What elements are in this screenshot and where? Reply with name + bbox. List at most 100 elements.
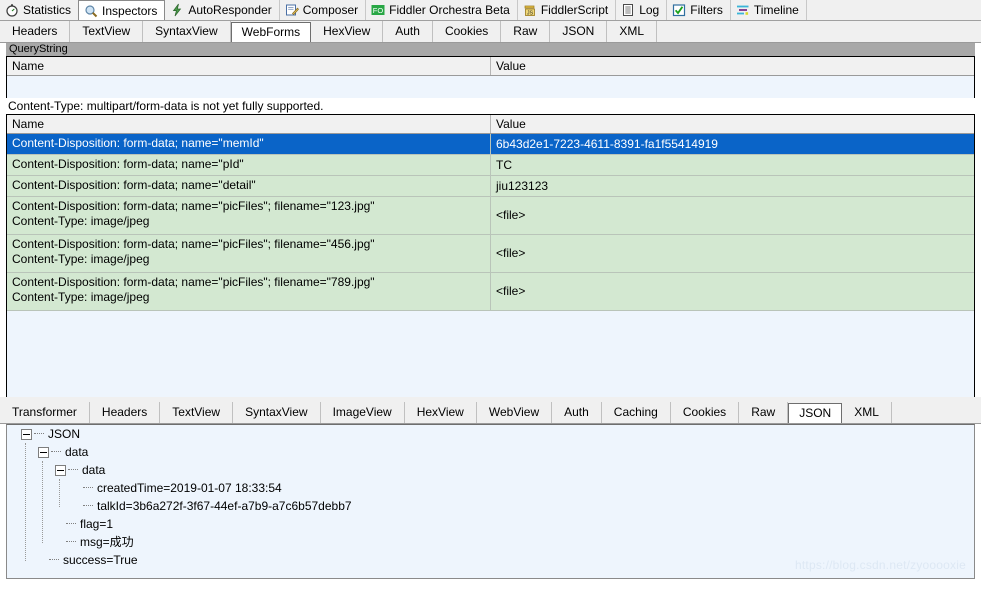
request-tab-auth[interactable]: Auth <box>383 21 433 42</box>
tab-label: SyntaxView <box>155 24 218 38</box>
table-row[interactable]: Content-Disposition: form-data; name="pI… <box>7 155 974 176</box>
tree-connector <box>83 487 93 489</box>
tree-node[interactable]: data <box>7 443 974 461</box>
tree-node-label: success=True <box>63 553 138 567</box>
main-tab-fiddlerscript[interactable]: JS FiddlerScript <box>517 0 617 20</box>
collapse-expander-icon[interactable] <box>21 428 32 440</box>
request-tab-hexview[interactable]: HexView <box>311 21 384 42</box>
main-tab-timeline[interactable]: Timeline <box>730 0 807 20</box>
querystring-grid-body[interactable] <box>7 76 974 98</box>
cell-value: jiu123123 <box>496 178 549 193</box>
column-header-value[interactable]: Value <box>491 115 974 133</box>
main-tab-composer[interactable]: Composer <box>279 0 367 20</box>
tab-label: Auth <box>395 24 420 38</box>
tree-node-label: flag=1 <box>80 517 114 531</box>
tree-node[interactable]: JSON <box>7 425 974 443</box>
request-tab-raw[interactable]: Raw <box>501 21 551 42</box>
main-tab-label: Timeline <box>753 3 799 17</box>
main-tabstrip-filler <box>806 0 981 20</box>
main-tab-fiddler-orchestra[interactable]: FO Fiddler Orchestra Beta <box>366 0 518 20</box>
request-tab-headers[interactable]: Headers <box>0 21 71 42</box>
main-tab-statistics[interactable]: Statistics <box>0 0 80 20</box>
collapse-expander-icon[interactable] <box>38 446 49 458</box>
response-tab-cookies[interactable]: Cookies <box>671 402 740 423</box>
response-tab-json[interactable]: JSON <box>788 403 843 423</box>
cell-name: Content-Disposition: form-data; name="me… <box>7 134 491 154</box>
main-tab-inspectors[interactable]: Inspectors <box>78 0 166 20</box>
tree-node[interactable]: talkId=3b6a272f-3f67-44ef-a7b9-a7c6b57de… <box>7 497 974 515</box>
response-tab-webview[interactable]: WebView <box>477 402 553 423</box>
tree-node[interactable]: data <box>7 461 974 479</box>
request-tab-webforms[interactable]: WebForms <box>230 22 312 42</box>
cell-name: Content-Disposition: form-data; name="pi… <box>7 273 491 310</box>
table-row[interactable]: Content-Disposition: form-data; name="de… <box>7 176 974 197</box>
response-tab-headers[interactable]: Headers <box>90 402 161 423</box>
main-tab-autoresponder[interactable]: AutoResponder <box>165 0 280 20</box>
timeline-icon <box>736 3 750 17</box>
column-header-name[interactable]: Name <box>7 57 491 75</box>
column-header-value[interactable]: Value <box>491 57 974 75</box>
table-row[interactable]: Content-Disposition: form-data; name="me… <box>7 134 974 155</box>
body-grid-empty-area[interactable] <box>7 311 974 398</box>
main-tab-label: Fiddler Orchestra Beta <box>389 3 510 17</box>
request-tab-xml[interactable]: XML <box>607 21 658 42</box>
tree-connector <box>66 541 76 543</box>
tree-node[interactable]: flag=1 <box>7 515 974 533</box>
response-tab-imageview[interactable]: ImageView <box>321 402 405 423</box>
main-tab-label: Log <box>639 3 660 17</box>
response-tab-hexview[interactable]: HexView <box>405 402 477 423</box>
table-row[interactable]: Content-Disposition: form-data; name="pi… <box>7 197 974 235</box>
main-tab-filters[interactable]: Filters <box>667 0 731 20</box>
response-tab-caching[interactable]: Caching <box>602 402 671 423</box>
request-tab-syntaxview[interactable]: SyntaxView <box>143 21 231 42</box>
column-header-name[interactable]: Name <box>7 115 491 133</box>
tree-guide-line <box>25 443 26 561</box>
table-row[interactable]: Content-Disposition: form-data; name="pi… <box>7 235 974 273</box>
request-tab-json[interactable]: JSON <box>550 21 608 42</box>
tree-node[interactable]: createdTime=2019-01-07 18:33:54 <box>7 479 974 497</box>
querystring-grid[interactable]: Name Value <box>6 56 975 98</box>
body-forms-grid[interactable]: Name Value Content-Disposition: form-dat… <box>6 114 975 398</box>
response-tab-auth[interactable]: Auth <box>552 402 602 423</box>
tab-label: XML <box>619 24 645 38</box>
json-tree-view[interactable]: https://blog.csdn.net/zyooooxie JSON data… <box>6 424 975 579</box>
response-tab-xml[interactable]: XML <box>842 402 892 423</box>
main-tab-label: Statistics <box>23 3 72 17</box>
tree-node-label: createdTime=2019-01-07 18:33:54 <box>97 481 282 495</box>
svg-text:JS: JS <box>527 10 534 16</box>
tab-label: Headers <box>101 405 148 419</box>
response-tab-raw[interactable]: Raw <box>739 402 789 423</box>
body-grid-body[interactable]: Content-Disposition: form-data; name="me… <box>7 134 974 311</box>
response-tab-textview[interactable]: TextView <box>160 402 234 423</box>
tree-node[interactable]: msg=成功 <box>7 533 974 551</box>
tab-label: JSON <box>799 406 832 420</box>
tab-label: Transformer <box>12 405 77 419</box>
main-tab-label: Composer <box>302 3 359 17</box>
table-row[interactable]: Content-Disposition: form-data; name="pi… <box>7 273 974 311</box>
main-tab-log[interactable]: Log <box>616 0 668 20</box>
tab-label: SyntaxView <box>245 405 308 419</box>
cell-name: Content-Disposition: form-data; name="de… <box>7 176 491 196</box>
tab-label: Raw <box>751 405 776 419</box>
tree-connector <box>51 451 61 453</box>
response-tab-transformer[interactable]: Transformer <box>0 402 90 423</box>
request-tab-textview[interactable]: TextView <box>70 21 144 42</box>
tab-label: Cookies <box>444 24 489 38</box>
tab-label: Caching <box>613 405 658 419</box>
collapse-expander-icon[interactable] <box>55 464 66 476</box>
response-inspector-tabstrip: Transformer Headers TextView SyntaxView Imag… <box>0 402 981 424</box>
tree-node-label: msg=成功 <box>80 535 134 549</box>
compose-pencil-icon <box>285 3 299 17</box>
cell-value: <file> <box>496 284 526 298</box>
request-tab-cookies[interactable]: Cookies <box>433 21 502 42</box>
response-tab-syntaxview[interactable]: SyntaxView <box>233 402 321 423</box>
cell-name: Content-Disposition: form-data; name="pi… <box>7 197 491 234</box>
tab-label: WebForms <box>241 25 301 39</box>
multipart-note: Content-Type: multipart/form-data is not… <box>8 99 324 113</box>
tab-label: Headers <box>12 24 58 38</box>
tree-connector <box>66 523 76 525</box>
